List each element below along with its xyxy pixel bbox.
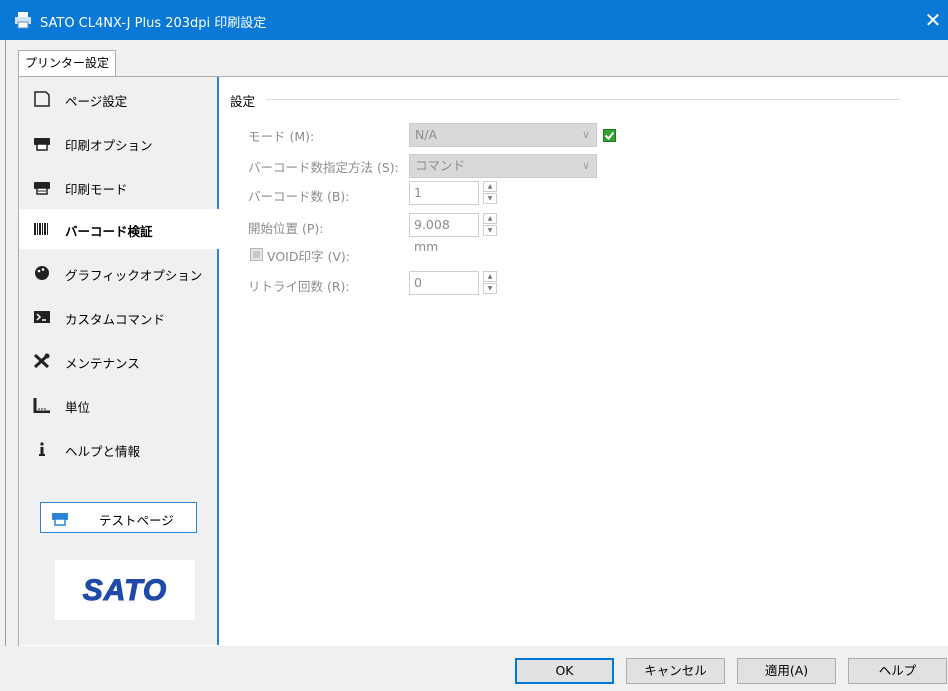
ok-button[interactable]: OK <box>515 658 614 684</box>
mode-value: N/A <box>415 127 438 142</box>
barcode-count-method-label: バーコード数指定方法 (S): <box>248 160 399 175</box>
sidebar-item-print-mode[interactable]: 印刷モード <box>19 167 219 207</box>
test-printer-icon <box>52 513 68 526</box>
spin-up-icon[interactable]: ▲ <box>483 271 497 282</box>
sidebar-item-label: 印刷モード <box>65 182 128 197</box>
settings-content: 設定 モード (M): N/A ∨ バーコード数指定方法 (S): コマンド ∨… <box>222 77 948 645</box>
info-icon <box>39 442 45 456</box>
spin-up-icon[interactable]: ▲ <box>483 181 497 192</box>
mode-checkbox[interactable] <box>603 129 616 142</box>
help-button[interactable]: ヘルプ <box>848 658 947 684</box>
spin-down-icon[interactable]: ▼ <box>483 283 497 294</box>
spin-up-icon[interactable]: ▲ <box>483 213 497 224</box>
start-position-label: 開始位置 (P): <box>248 221 324 236</box>
test-page-button[interactable]: テストページ <box>40 502 197 533</box>
retry-count-input[interactable]: 0 <box>409 271 479 295</box>
barcode-count-input[interactable]: 1 <box>409 181 479 205</box>
page-icon <box>34 91 50 107</box>
sidebar-item-label: グラフィックオプション <box>65 268 203 283</box>
sidebar-item-help-info[interactable]: ヘルプと情報 <box>19 429 219 469</box>
title-bar: SATO CL4NX-J Plus 203dpi 印刷設定 ✕ <box>0 0 948 40</box>
palette-icon <box>35 266 49 280</box>
sidebar-item-custom-command[interactable]: カスタムコマンド <box>19 297 219 337</box>
group-title: 設定 <box>230 94 256 109</box>
sato-logo: SATO <box>55 560 195 620</box>
sidebar-item-label: バーコード検証 <box>65 224 153 239</box>
sidebar-item-label: ページ設定 <box>65 94 128 109</box>
barcode-count-method-value: コマンド <box>415 158 466 173</box>
chevron-down-icon: ∨ <box>581 128 590 141</box>
printer-app-icon <box>15 12 31 29</box>
tools-icon <box>33 353 50 369</box>
sidebar: ページ設定 印刷オプション 印刷モード バーコード検証 グラフィックオプション … <box>19 77 221 645</box>
retry-count-stepper[interactable]: ▲ ▼ <box>483 271 499 295</box>
sidebar-item-label: 印刷オプション <box>65 138 153 153</box>
void-print-checkbox[interactable] <box>250 248 263 261</box>
spin-down-icon[interactable]: ▼ <box>483 225 497 236</box>
chevron-down-icon: ∨ <box>581 159 590 172</box>
sidebar-item-label: メンテナンス <box>65 356 140 371</box>
printer-icon <box>34 138 50 151</box>
barcode-icon <box>34 223 48 235</box>
sidebar-item-maintenance[interactable]: メンテナンス <box>19 341 219 381</box>
mode-label: モード (M): <box>248 129 315 144</box>
start-position-stepper[interactable]: ▲ ▼ <box>483 213 499 237</box>
tab-printer-settings[interactable]: プリンター設定 <box>18 50 116 77</box>
logo-text: SATO <box>83 574 168 607</box>
sidebar-item-label: カスタムコマンド <box>65 312 166 327</box>
sidebar-item-page-setup[interactable]: ページ設定 <box>19 79 219 119</box>
spin-down-icon[interactable]: ▼ <box>483 193 497 204</box>
sidebar-item-barcode-verification[interactable]: バーコード検証 <box>19 209 221 249</box>
sidebar-item-units[interactable]: 単位 <box>19 385 219 425</box>
ruler-icon <box>33 398 50 413</box>
cancel-button[interactable]: キャンセル <box>626 658 725 684</box>
close-button[interactable]: ✕ <box>918 6 948 34</box>
mode-dropdown[interactable]: N/A ∨ <box>409 123 597 147</box>
printer-mode-icon <box>34 182 50 195</box>
barcode-count-label: バーコード数 (B): <box>248 189 350 204</box>
sidebar-item-print-options[interactable]: 印刷オプション <box>19 123 219 163</box>
terminal-icon <box>34 311 50 323</box>
retry-count-label: リトライ回数 (R): <box>248 279 350 294</box>
start-position-input[interactable]: 9.008 mm <box>409 213 479 254</box>
barcode-count-stepper[interactable]: ▲ ▼ <box>483 181 499 205</box>
barcode-count-method-dropdown[interactable]: コマンド ∨ <box>409 154 597 178</box>
sidebar-item-label: 単位 <box>65 400 91 415</box>
group-divider <box>266 99 900 100</box>
test-page-label: テストページ <box>99 513 174 528</box>
window-title: SATO CL4NX-J Plus 203dpi 印刷設定 <box>40 16 267 31</box>
sidebar-item-graphic-options[interactable]: グラフィックオプション <box>19 253 219 293</box>
apply-button[interactable]: 適用(A) <box>737 658 836 684</box>
dialog-left-border <box>5 40 6 691</box>
dialog-button-bar: OK キャンセル 適用(A) ヘルプ <box>0 646 948 691</box>
sidebar-item-label: ヘルプと情報 <box>65 444 141 459</box>
void-print-label: VOID印字 (V): <box>267 249 350 264</box>
